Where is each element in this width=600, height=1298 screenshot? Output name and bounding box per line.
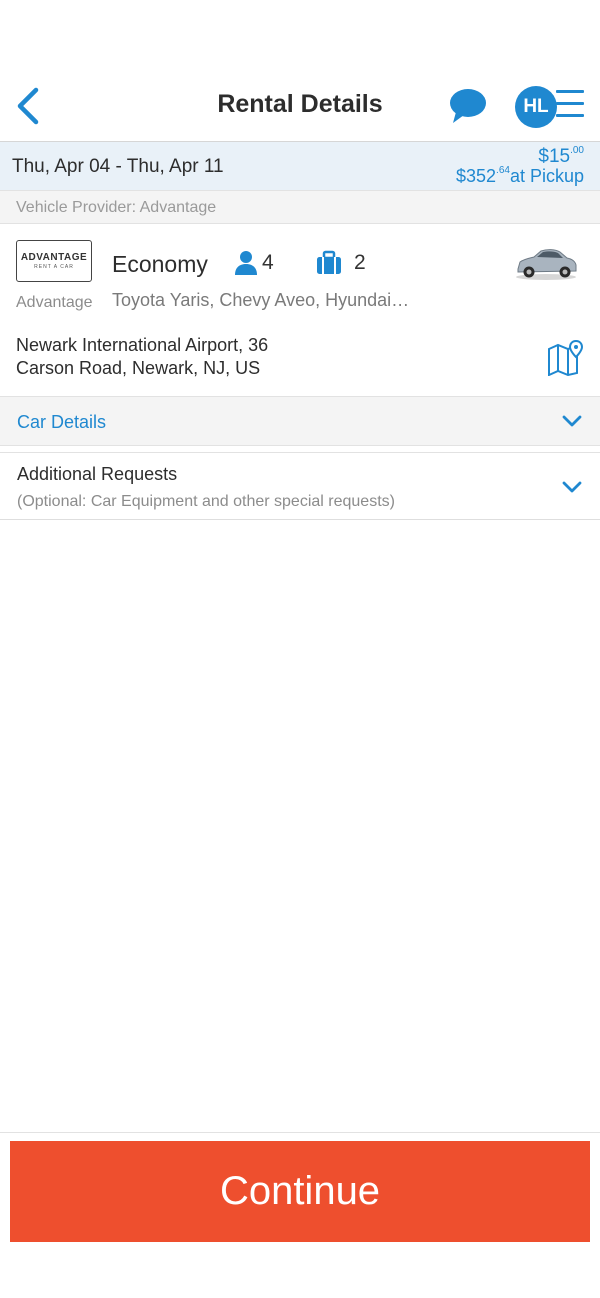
footer-divider [0, 1132, 600, 1133]
price-pickup-dollars: $352 [456, 166, 497, 186]
date-range: Thu, Apr 04 - Thu, Apr 11 [12, 156, 224, 177]
requests-title: Additional Requests [17, 464, 178, 484]
price-total-cents: .00 [570, 145, 584, 156]
chat-button[interactable] [446, 86, 488, 126]
bag-count: 2 [354, 251, 366, 274]
vendor-logo-text: ADVANTAGE [20, 252, 88, 263]
person-icon [235, 251, 257, 275]
continue-button[interactable]: Continue [10, 1141, 590, 1242]
price-pickup-suffix: at Pickup [509, 166, 584, 186]
price-pickup-cents: .64 [496, 165, 510, 176]
chat-bubble-icon [450, 89, 486, 123]
provider-label: Vehicle Provider: Advantage [16, 199, 217, 216]
app-header: Rental Details HL [0, 0, 600, 142]
car-image [516, 249, 577, 280]
requests-subtitle: (Optional: Car Equipment and other speci… [17, 493, 395, 510]
pickup-address: Newark International Airport, 36 Carson … [16, 334, 268, 380]
car-details-toggle[interactable]: Car Details [0, 396, 600, 446]
user-avatar[interactable]: HL [515, 86, 557, 128]
trip-summary-bar: Thu, Apr 04 - Thu, Apr 11 $15.00 $352.64… [0, 142, 600, 190]
chevron-down-icon [562, 481, 582, 493]
car-models: Toyota Yaris, Chevy Aveo, Hyundai… [112, 290, 410, 310]
car-class: Economy [112, 251, 208, 277]
price-total-dollars: $15 [538, 146, 571, 167]
suitcase-icon [317, 250, 341, 274]
price-at-pickup: $352.64at Pickup [456, 165, 584, 187]
chevron-down-icon [562, 415, 582, 427]
address-line-2: Carson Road, Newark, NJ, US [16, 358, 261, 378]
vendor-logo-subtext: RENT A CAR [34, 264, 74, 270]
price-total: $15.00 [538, 145, 584, 168]
menu-button[interactable] [556, 90, 584, 122]
car-card: ADVANTAGE RENT A CAR Advantage Economy 4… [0, 224, 600, 396]
additional-requests-toggle[interactable]: Additional Requests (Optional: Car Equip… [0, 452, 600, 520]
map-pin-icon[interactable] [546, 340, 584, 376]
provider-bar: Vehicle Provider: Advantage [0, 190, 600, 224]
page-title: Rental Details [217, 90, 383, 118]
hamburger-menu-icon [556, 90, 584, 117]
vendor-logo: ADVANTAGE RENT A CAR [16, 240, 92, 282]
seat-count: 4 [262, 251, 274, 274]
address-line-1: Newark International Airport, 36 [16, 335, 269, 355]
vendor-name: Advantage [16, 294, 93, 311]
car-details-label: Car Details [17, 412, 107, 432]
